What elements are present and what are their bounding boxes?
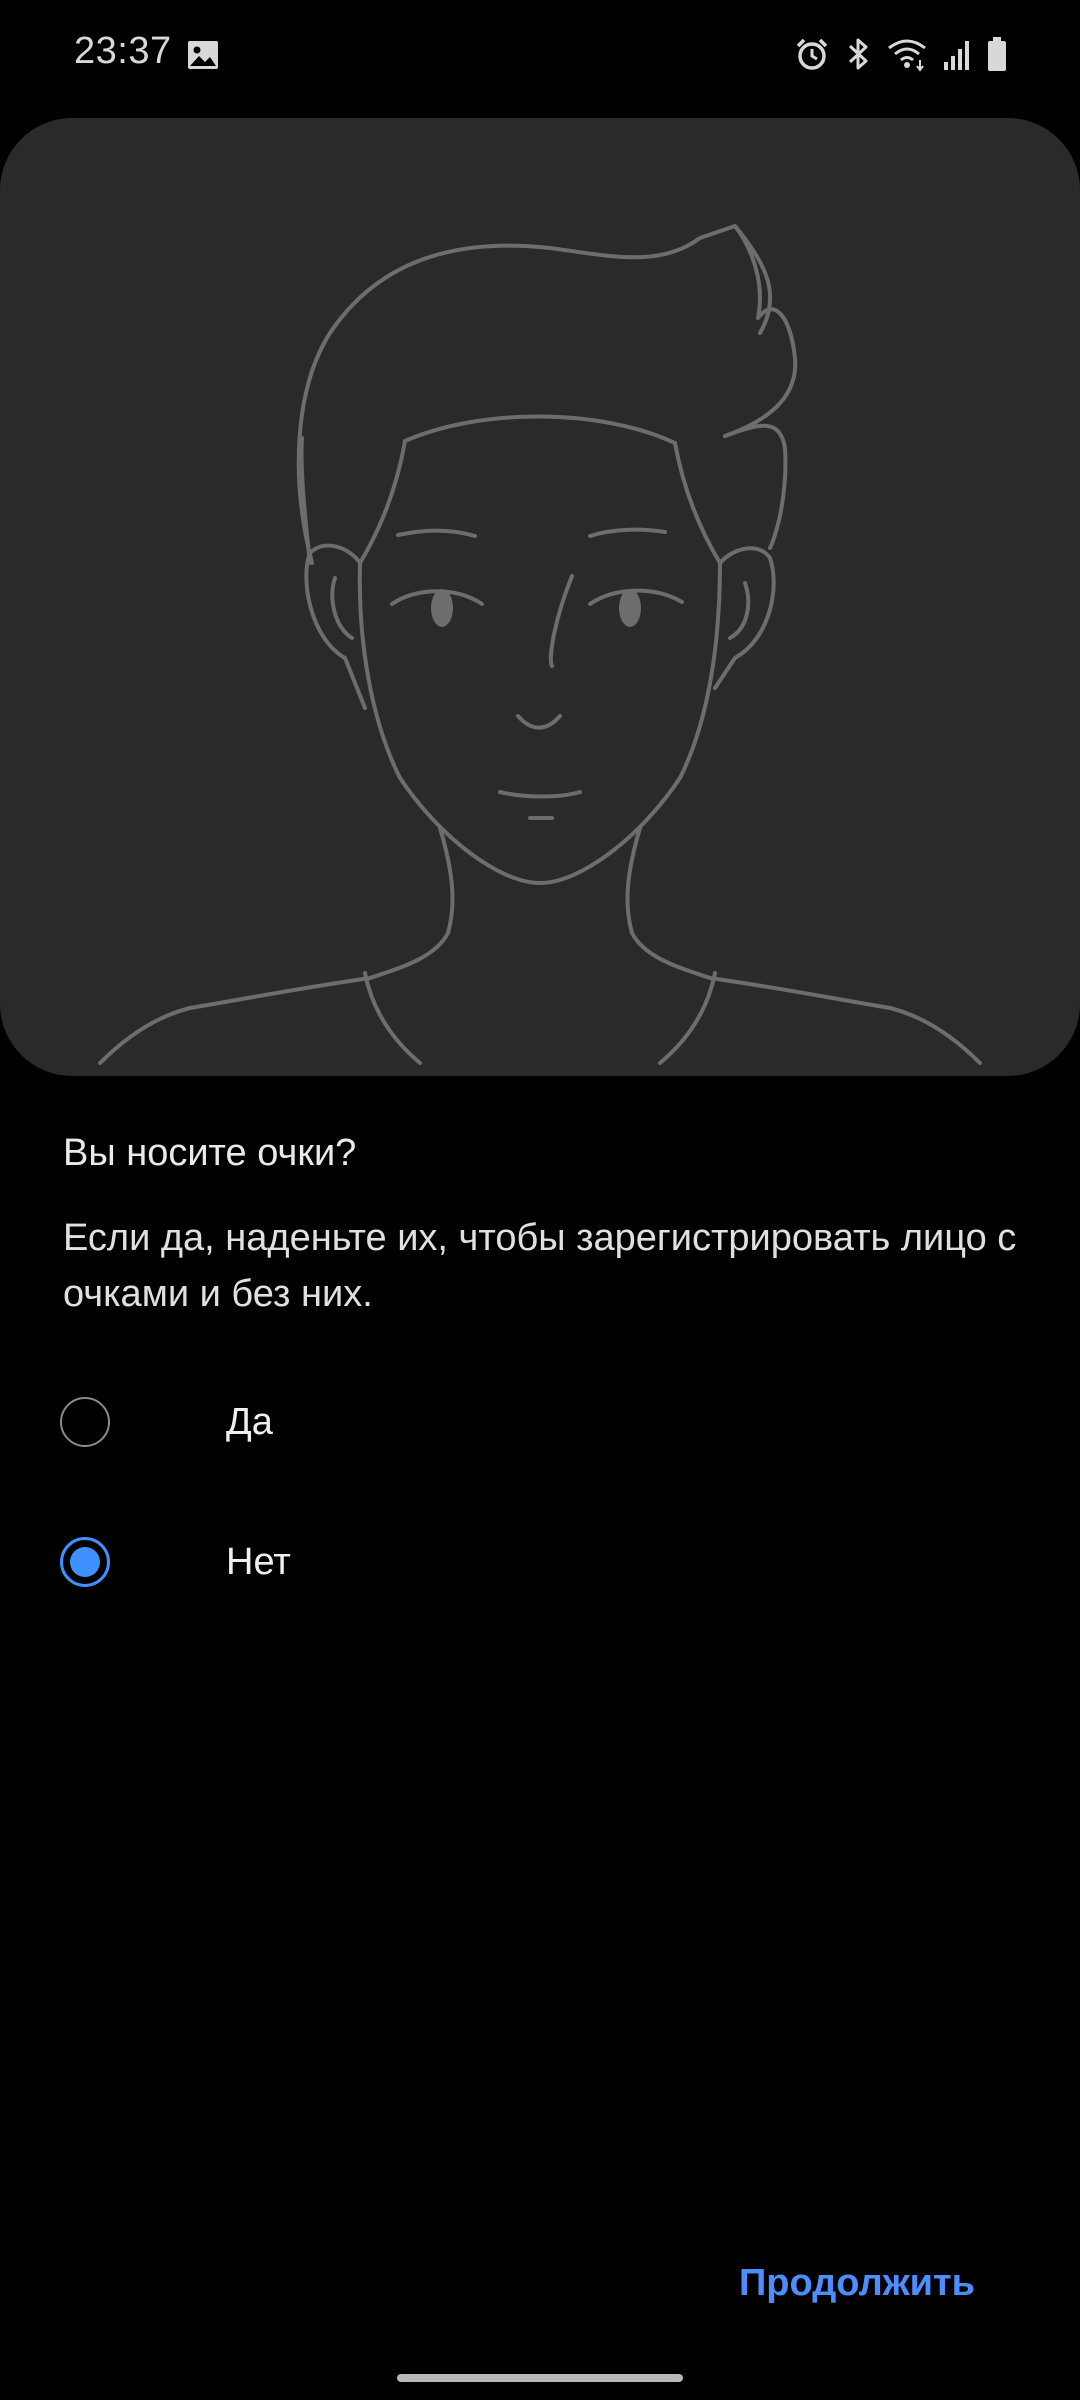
alarm-icon [796,38,828,70]
radio-button-yes[interactable] [60,1397,110,1447]
wifi-icon [888,39,926,72]
battery-icon [988,37,1006,71]
option-yes[interactable]: Да [60,1382,1020,1462]
option-yes-label: Да [226,1400,273,1443]
question-title: Вы носите очки? [63,1132,357,1174]
face-illustration-card [0,118,1080,1076]
status-icons [794,34,1008,74]
radio-button-no[interactable] [60,1537,110,1587]
signal-icon [944,41,969,70]
option-no[interactable]: Нет [60,1522,1020,1602]
home-indicator[interactable] [397,2374,683,2382]
status-time: 23:37 [74,30,172,72]
option-no-label: Нет [226,1540,291,1583]
question-description: Если да, наденьте их, чтобы зарегистриро… [63,1217,1017,1315]
image-icon [188,41,218,69]
face-outline-icon [98,224,982,1065]
status-bar: 23:37 [0,0,1080,112]
continue-button[interactable]: Продолжить [739,2262,975,2305]
bluetooth-icon [848,38,868,70]
